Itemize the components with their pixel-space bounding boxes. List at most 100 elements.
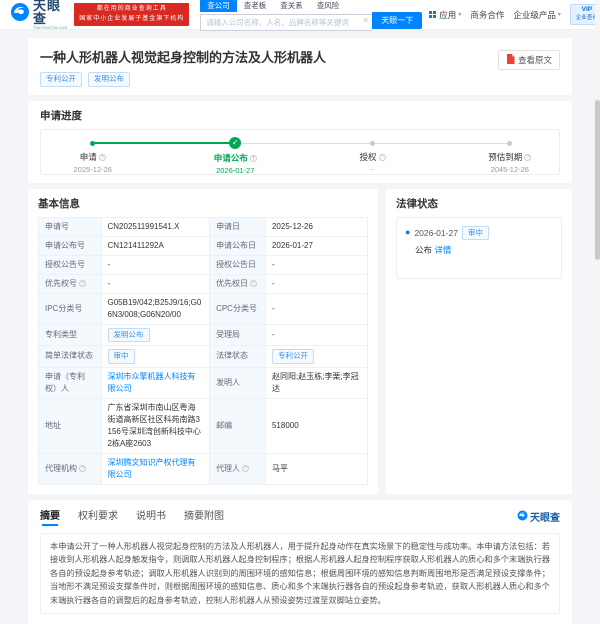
table-row: 代理机构? 深圳腾文知识产权代理有限公司 代理人? 马平: [39, 453, 368, 484]
table-row: IPC分类号 G05B19/042;B25J9/16;G06N3/008;G06…: [39, 293, 368, 324]
step-dot-icon: [507, 141, 512, 146]
info-icon[interactable]: ?: [524, 154, 531, 161]
agency-link[interactable]: 深圳腾文知识产权代理有限公司: [108, 458, 196, 479]
info-value: 专利公开: [265, 346, 367, 368]
info-label: 受理局: [210, 324, 266, 346]
info-label: IPC分类号: [39, 293, 102, 324]
patent-status-tag: 专利公开: [40, 72, 82, 87]
legal-event-label: 公布: [415, 245, 432, 255]
info-icon[interactable]: ?: [79, 465, 86, 472]
info-label: 简单法律状态: [39, 346, 102, 368]
legal-status-tag: 专利公开: [272, 349, 314, 364]
info-value: 审中: [101, 346, 210, 368]
info-icon[interactable]: ?: [242, 465, 249, 472]
info-value: -: [265, 274, 367, 293]
tianyancha-logo[interactable]: 天眼查 TianYanCha.com: [10, 0, 67, 30]
step-label: 申请: [80, 152, 97, 162]
info-label: 优先权日?: [210, 274, 266, 293]
table-row: 申请号 CN202511991541.X 申请日 2025-12-26: [39, 217, 368, 236]
legal-status-event: 公布 详情: [415, 244, 553, 256]
info-value: 2025-12-26: [265, 217, 367, 236]
info-value: 深圳市众擎机器人科技有限公司: [101, 367, 210, 398]
search-tab-relation[interactable]: 查关系: [273, 0, 310, 12]
step-date: 2045-12-26: [455, 165, 565, 174]
info-value: 518000: [265, 398, 367, 453]
pdf-document-icon: [506, 54, 515, 66]
table-row: 授权公告号 - 授权公告日 -: [39, 255, 368, 274]
tianyancha-watermark-icon: [517, 508, 528, 526]
search-tabs: 查公司 查老板 查关系 查风险: [200, 0, 422, 12]
info-label-text: 代理机构: [45, 464, 77, 473]
table-row: 申请（专利权）人 深圳市众擎机器人科技有限公司 发明人 赵同阳;赵玉栋;李栗;李…: [39, 367, 368, 398]
search-tab-company[interactable]: 查公司: [200, 0, 237, 12]
info-icon[interactable]: ?: [379, 154, 386, 161]
scrollbar-thumb[interactable]: [595, 100, 600, 260]
info-label: 申请日: [210, 217, 266, 236]
tab-abstract[interactable]: 摘要: [40, 507, 60, 526]
tab-claims[interactable]: 权利要求: [78, 507, 118, 526]
step-dot-icon: [90, 141, 95, 146]
info-label: 申请公布日: [210, 236, 266, 255]
info-value: 广东省深圳市南山区粤海街道高新区社区科苑南路3156号深圳湾创新科技中心2栋A座…: [101, 398, 210, 453]
info-legal-row: 基本信息 申请号 CN202511991541.X 申请日 2025-12-26…: [28, 189, 572, 494]
search-tab-boss[interactable]: 查老板: [237, 0, 274, 12]
info-label: 授权公告号: [39, 255, 102, 274]
tab-description[interactable]: 说明书: [136, 507, 166, 526]
info-value: G05B19/042;B25J9/16;G06N3/008;G06N20/00: [101, 293, 210, 324]
info-value: -: [265, 255, 367, 274]
info-value: CN121411292A: [101, 236, 210, 255]
basic-info-section-title: 基本信息: [38, 196, 368, 211]
info-icon[interactable]: ?: [250, 280, 257, 287]
progress-timeline: 申请? 2025-12-26 ✓ 申请公布? 2026-01-27 授权? -: [40, 129, 560, 175]
info-label: 代理机构?: [39, 453, 102, 484]
patent-tags: 专利公开 发明公布: [40, 72, 560, 87]
info-value: -: [265, 293, 367, 324]
watermark-text: 天眼查: [530, 509, 560, 524]
check-circle-icon: ✓: [229, 137, 241, 149]
info-label-text: 优先权日: [216, 279, 248, 288]
promo-badge: 都在用的商业查询工具 国家中小企业发展子基金旗下机构: [74, 3, 189, 26]
info-icon[interactable]: ?: [99, 154, 106, 161]
legal-status-section-title: 法律状态: [396, 196, 562, 211]
tab-abstract-figure[interactable]: 摘要附图: [184, 507, 224, 526]
detail-tabs: 摘要 权利要求 说明书 摘要附图: [40, 507, 560, 526]
application-progress-card: 申请进度 申请? 2025-12-26 ✓ 申请公布? 2026-01-27: [28, 101, 572, 183]
apps-menu[interactable]: 应用 ▾: [429, 9, 461, 21]
timeline-step-expiry: 预估到期? 2045-12-26: [455, 130, 565, 174]
patent-type-tag: 发明公布: [88, 72, 130, 87]
logo-en-text: TianYanCha.com: [33, 26, 67, 31]
table-row: 简单法律状态 审中 法律状态 专利公开: [39, 346, 368, 368]
legal-status-date: 2026-01-27: [414, 228, 457, 238]
timeline-step-apply: 申请? 2025-12-26: [38, 130, 148, 174]
info-label-text: 代理人: [216, 464, 240, 473]
table-row: 优先权号? - 优先权日? -: [39, 274, 368, 293]
info-label: 代理人?: [210, 453, 266, 484]
top-navbar: 天眼查 TianYanCha.com 都在用的商业查询工具 国家中小企业发展子基…: [0, 0, 600, 30]
info-value: 马平: [265, 453, 367, 484]
view-original-button[interactable]: 查看原文: [498, 50, 560, 70]
enterprise-product-menu[interactable]: 企业级产品 ▾: [513, 9, 561, 21]
info-label: 优先权号?: [39, 274, 102, 293]
info-icon[interactable]: ?: [79, 280, 86, 287]
chevron-down-icon: ▾: [558, 11, 561, 18]
info-label: 发明人: [210, 367, 266, 398]
logo-cn-text: 天眼查: [33, 0, 67, 25]
info-label: 专利类型: [39, 324, 102, 346]
scrollbar-track[interactable]: [595, 0, 600, 497]
search-input[interactable]: [200, 14, 372, 31]
abstract-text: 本申请公开了一种人形机器人视觉起身控制的方法及人形机器人，用于提升起身动作在真实…: [40, 533, 560, 615]
patent-title-card: 一种人形机器人视觉起身控制的方法及人形机器人 专利公开 发明公布 查看原文: [28, 38, 572, 95]
info-label: 法律状态: [210, 346, 266, 368]
search-row: × 天眼一下: [200, 12, 422, 31]
info-icon[interactable]: ?: [250, 155, 257, 162]
table-row: 地址 广东省深圳市南山区粤海街道高新区社区科苑南路3156号深圳湾创新科技中心2…: [39, 398, 368, 453]
clear-icon[interactable]: ×: [363, 15, 368, 25]
logo-text: 天眼查 TianYanCha.com: [33, 0, 67, 30]
search-tab-risk[interactable]: 查风险: [310, 0, 347, 12]
business-cooperation-link[interactable]: 商务合作: [470, 9, 504, 21]
applicant-link[interactable]: 深圳市众擎机器人科技有限公司: [108, 372, 196, 393]
search-button[interactable]: 天眼一下: [372, 12, 422, 29]
legal-detail-link[interactable]: 详情: [434, 245, 451, 255]
info-value: -: [101, 255, 210, 274]
bullet-icon: ●: [405, 228, 410, 237]
